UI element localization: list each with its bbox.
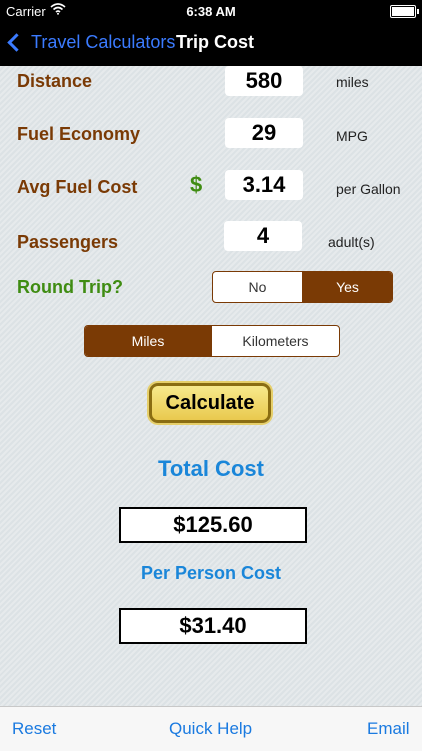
round-trip-label: Round Trip? bbox=[17, 277, 123, 297]
distance-unit: miles bbox=[336, 74, 369, 90]
round-trip-toggle: No Yes bbox=[212, 271, 393, 303]
avg-fuel-cost-unit: per Gallon bbox=[336, 181, 401, 197]
fuel-economy-input[interactable]: 29 bbox=[225, 118, 303, 148]
back-label: Travel Calculators bbox=[31, 32, 176, 52]
reset-button[interactable]: Reset bbox=[12, 719, 56, 739]
avg-fuel-cost-input[interactable]: 3.14 bbox=[225, 170, 303, 200]
email-button[interactable]: Email bbox=[367, 719, 410, 739]
per-person-heading: Per Person Cost bbox=[140, 563, 282, 583]
avg-fuel-cost-label: Avg Fuel Cost bbox=[17, 177, 138, 197]
passengers-label: Passengers bbox=[17, 232, 119, 252]
round-trip-yes[interactable]: Yes bbox=[302, 272, 392, 302]
dollar-sign: $ bbox=[190, 172, 203, 197]
bottom-toolbar: Reset Quick Help Email bbox=[0, 706, 422, 751]
round-trip-no[interactable]: No bbox=[213, 272, 302, 302]
chevron-left-icon bbox=[7, 33, 26, 52]
units-kilometers[interactable]: Kilometers bbox=[211, 326, 339, 356]
calculator-form: Distance 580 miles Fuel Economy 29 MPG A… bbox=[0, 66, 422, 706]
calculate-button[interactable]: Calculate bbox=[149, 383, 271, 423]
passengers-input[interactable]: 4 bbox=[224, 221, 302, 251]
fuel-economy-label: Fuel Economy bbox=[17, 124, 141, 144]
total-cost-value: $125.60 bbox=[119, 507, 307, 543]
status-bar: Carrier 6:38 AM bbox=[0, 0, 422, 22]
quick-help-button[interactable]: Quick Help bbox=[169, 719, 252, 739]
battery-icon bbox=[390, 5, 419, 18]
distance-units-toggle: Miles Kilometers bbox=[84, 325, 340, 357]
per-person-value: $31.40 bbox=[119, 608, 307, 644]
passengers-unit: adult(s) bbox=[328, 234, 375, 250]
page-title: Trip Cost bbox=[176, 32, 255, 52]
back-button[interactable]: Travel Calculators bbox=[7, 32, 176, 53]
total-cost-heading: Total Cost bbox=[158, 456, 264, 481]
units-miles[interactable]: Miles bbox=[85, 326, 211, 356]
clock: 6:38 AM bbox=[186, 4, 236, 19]
distance-input[interactable]: 580 bbox=[225, 66, 303, 96]
navigation-bar: Travel Calculators Trip Cost bbox=[0, 22, 422, 66]
distance-label: Distance bbox=[17, 71, 93, 91]
fuel-economy-unit: MPG bbox=[336, 128, 368, 144]
